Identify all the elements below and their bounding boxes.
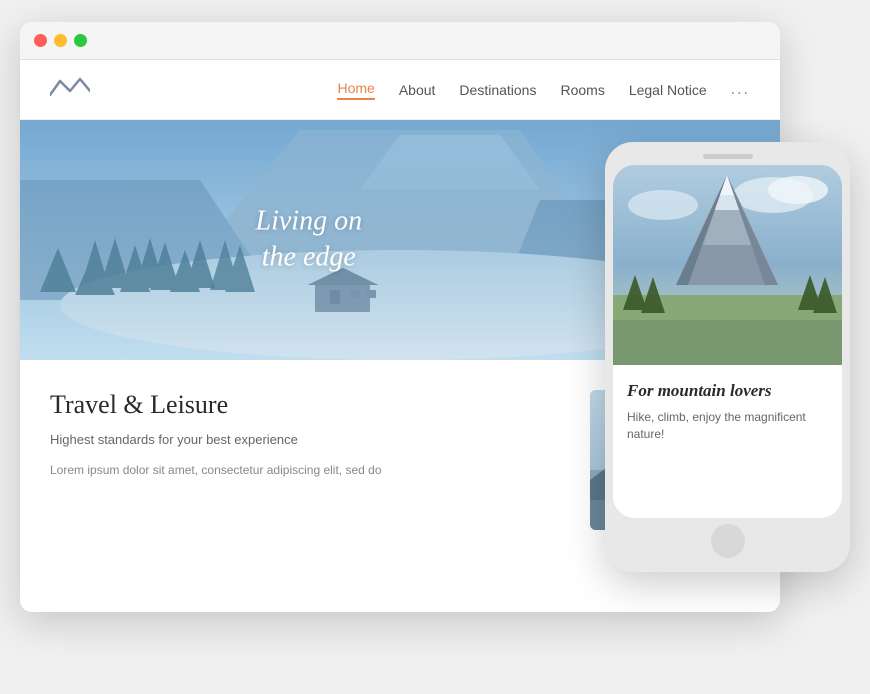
- mobile-speaker: [703, 154, 753, 159]
- nav-about[interactable]: About: [399, 82, 436, 98]
- content-left: Travel & Leisure Highest standards for y…: [50, 390, 560, 592]
- scene: Home About Destinations Rooms Legal Noti…: [20, 22, 850, 672]
- nav-rooms[interactable]: Rooms: [560, 82, 604, 98]
- site-nav: Home About Destinations Rooms Legal Noti…: [337, 80, 750, 100]
- nav-more[interactable]: ...: [731, 81, 750, 99]
- site-logo: [50, 73, 90, 106]
- hero-text: Living on the edge: [256, 204, 363, 277]
- content-title: Travel & Leisure: [50, 390, 560, 420]
- nav-home[interactable]: Home: [337, 80, 374, 100]
- site-header: Home About Destinations Rooms Legal Noti…: [20, 60, 780, 120]
- logo-icon: [50, 73, 90, 106]
- browser-chrome: [20, 22, 780, 60]
- maximize-button-icon[interactable]: [74, 34, 87, 47]
- content-subtitle: Highest standards for your best experien…: [50, 432, 560, 447]
- nav-legal-notice[interactable]: Legal Notice: [629, 82, 707, 98]
- mobile-hero-image: [613, 165, 842, 365]
- mobile-description: Hike, climb, enjoy the magnificent natur…: [627, 409, 828, 443]
- mobile-mockup: For mountain lovers Hike, climb, enjoy t…: [605, 142, 850, 572]
- nav-destinations[interactable]: Destinations: [459, 82, 536, 98]
- mobile-content: For mountain lovers Hike, climb, enjoy t…: [613, 365, 842, 518]
- content-body: Lorem ipsum dolor sit amet, consectetur …: [50, 461, 560, 479]
- close-button-icon[interactable]: [34, 34, 47, 47]
- mobile-home-button[interactable]: [711, 524, 745, 558]
- minimize-button-icon[interactable]: [54, 34, 67, 47]
- mobile-heading: For mountain lovers: [627, 381, 828, 401]
- mobile-screen: For mountain lovers Hike, climb, enjoy t…: [613, 165, 842, 518]
- hero-title: Living on the edge: [256, 204, 363, 277]
